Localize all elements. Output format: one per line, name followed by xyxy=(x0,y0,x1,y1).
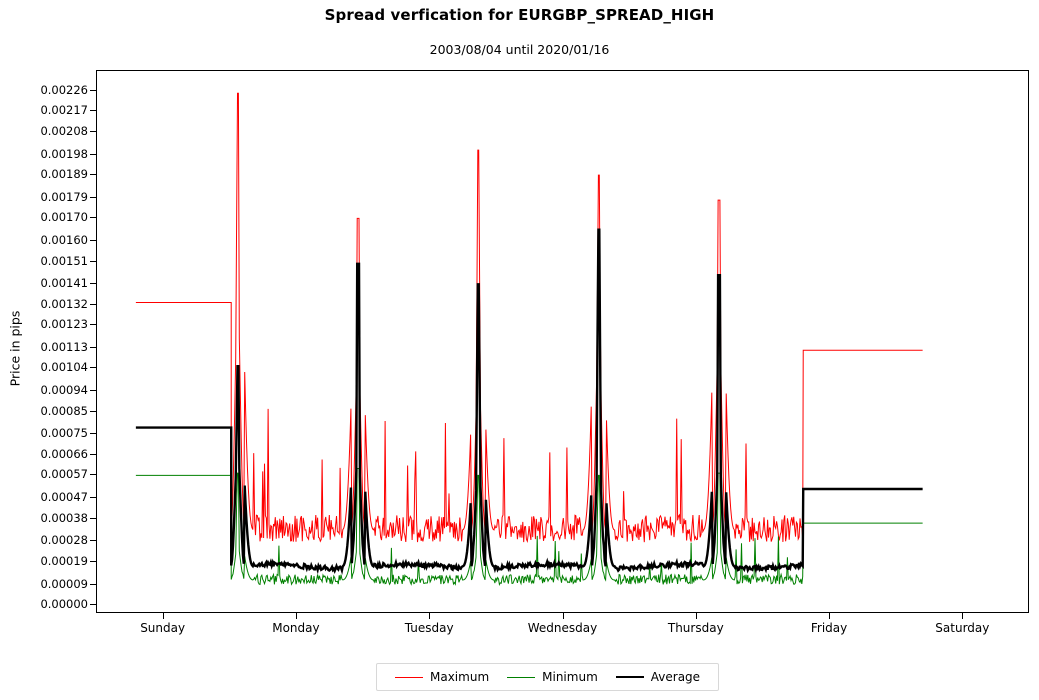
y-axis-tick-label: 0.00189 xyxy=(40,167,88,182)
x-axis-tick-label: Sunday xyxy=(140,621,186,635)
legend-entry: Average xyxy=(615,670,701,684)
y-axis-tick-label: 0.00132 xyxy=(40,296,88,311)
plot-lines xyxy=(135,92,923,586)
series-line-maximum xyxy=(135,92,923,543)
y-axis-tick-label: 0.00160 xyxy=(40,233,88,248)
y-axis-tick-label: 0.00019 xyxy=(40,553,88,568)
legend-label: Minimum xyxy=(542,670,598,684)
x-axis-tick-label: Thursday xyxy=(667,621,724,635)
chart-page: Spread verfication for EURGBP_SPREAD_HIG… xyxy=(0,0,1039,700)
legend-label: Maximum xyxy=(430,670,490,684)
y-axis-tick-label: 0.00151 xyxy=(40,253,88,268)
x-axis-tick-label: Monday xyxy=(272,621,320,635)
legend-label: Average xyxy=(650,670,701,684)
x-axis-tick-label: Friday xyxy=(810,621,848,635)
chart-title: Spread verfication for EURGBP_SPREAD_HIG… xyxy=(324,6,715,24)
legend-color-swatch xyxy=(395,676,423,678)
y-axis-tick-label: 0.00066 xyxy=(40,446,88,461)
chart-legend: Maximum Minimum Average xyxy=(376,663,720,691)
plot-area xyxy=(96,70,1029,613)
y-axis-tick-label: 0.00170 xyxy=(40,210,88,225)
y-axis-tick-label: 0.00141 xyxy=(40,276,88,291)
chart-subtitle: 2003/08/04 until 2020/01/16 xyxy=(429,42,610,57)
legend-color-swatch xyxy=(615,676,644,678)
legend-entry: Maximum xyxy=(395,670,489,684)
y-axis-tick-label: 0.00198 xyxy=(40,146,88,161)
y-axis-tick-label: 0.00075 xyxy=(40,426,88,441)
y-axis-tick-label: 0.00094 xyxy=(40,383,88,398)
x-axis-tick-label: Wednesday xyxy=(527,621,598,635)
y-axis-tick-label: 0.00104 xyxy=(40,360,88,375)
y-axis-tick-label: 0.00179 xyxy=(40,189,88,204)
y-axis-tick-label: 0.00000 xyxy=(40,597,88,611)
y-axis-tick-label: 0.00038 xyxy=(40,510,88,525)
y-axis-tick-label: 0.00028 xyxy=(40,533,88,548)
y-axis-tick-label: 0.00057 xyxy=(40,467,88,482)
series-line-average xyxy=(135,228,923,575)
y-axis-tick-label: 0.00009 xyxy=(40,576,88,591)
x-axis-tick-label: Tuesday xyxy=(404,621,454,635)
y-axis-tick-label: 0.00047 xyxy=(40,490,88,505)
y-axis-tick-label: 0.00123 xyxy=(40,317,88,332)
legend-entry: Minimum xyxy=(507,670,598,684)
legend-color-swatch xyxy=(507,676,536,678)
y-axis-tick-label: 0.00217 xyxy=(40,103,88,118)
y-axis-tick-label: 0.00085 xyxy=(40,403,88,418)
x-axis-tick-label: Saturday xyxy=(935,621,990,635)
y-axis-tick-label: 0.00113 xyxy=(40,340,88,354)
y-axis-tick-label: 0.00208 xyxy=(40,123,88,138)
y-axis-tick-labels: 0.00226 0.00217 0.00208 0.00198 0.00189 0.001… xyxy=(0,0,88,700)
y-axis-tick-label: 0.00226 xyxy=(40,83,88,97)
